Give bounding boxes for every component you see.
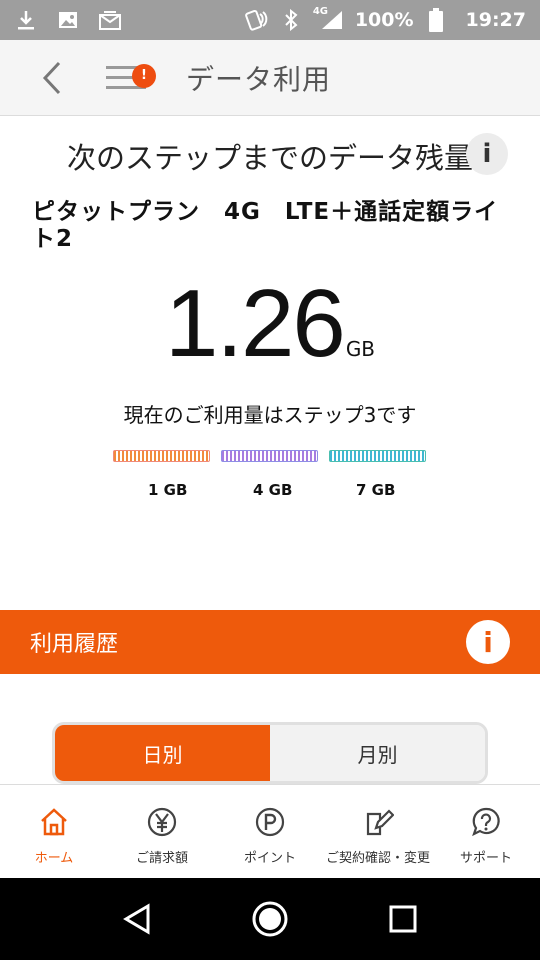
system-home-button[interactable]	[245, 894, 295, 944]
nav-label-points: ポイント	[243, 851, 296, 866]
nav-label-billing: ご請求額	[135, 851, 188, 866]
remaining-unit: GB	[345, 337, 376, 361]
signal-icon: 4G	[312, 6, 345, 32]
step-indicator	[113, 450, 433, 462]
bottom-navigation: ホーム ご請求額 ポイント ご契約確認・変更 サポート	[0, 784, 540, 878]
system-back-button[interactable]	[112, 894, 162, 944]
cast-mail-icon	[98, 8, 122, 32]
page-title: データ利用	[186, 62, 332, 96]
nav-billing[interactable]: ご請求額	[108, 785, 216, 878]
step-label-2: 4 GB	[253, 481, 293, 499]
remaining-data: 1.26 GB	[0, 269, 540, 379]
point-icon	[253, 805, 287, 839]
step-label-3: 7 GB	[356, 481, 396, 499]
step-label-1: 1 GB	[148, 481, 188, 499]
battery-icon	[424, 8, 448, 32]
info-icon[interactable]: i	[466, 133, 508, 175]
plan-name: ピタットプラン 4G LTE＋通話定額ライト2	[32, 199, 499, 252]
battery-text: 100%	[354, 9, 414, 31]
tab-monthly[interactable]: 月別	[270, 725, 485, 781]
triangle-back-icon	[122, 903, 150, 935]
nav-label-contract: ご契約確認・変更	[325, 851, 430, 866]
step-bar-2	[221, 450, 318, 462]
step-bar-3	[329, 450, 426, 462]
step-bar-1	[113, 450, 210, 462]
notification-badge: !	[132, 63, 156, 88]
status-bar: 4G 100% 19:27	[0, 0, 540, 40]
image-icon	[56, 8, 80, 32]
nav-home[interactable]: ホーム	[0, 785, 108, 878]
nfc-icon	[244, 8, 269, 32]
history-title: 利用履歴	[30, 632, 119, 657]
system-recents-button[interactable]	[378, 894, 428, 944]
square-recents-icon	[389, 905, 417, 933]
chevron-left-icon	[42, 61, 61, 94]
remaining-value: 1.26	[164, 270, 346, 377]
data-remaining-card: 次のステップまでのデータ残量 i ピタットプラン 4G LTE＋通話定額ライト2…	[0, 117, 540, 610]
bluetooth-icon	[279, 8, 303, 32]
support-icon	[469, 805, 503, 839]
history-header: 利用履歴 i	[0, 610, 540, 674]
nav-label-support: サポート	[459, 851, 512, 866]
history-info-icon[interactable]: i	[466, 620, 510, 664]
home-icon	[37, 805, 71, 839]
system-navigation-bar	[0, 878, 540, 960]
back-button[interactable]	[28, 54, 76, 102]
screen: 4G 100% 19:27 ! データ利用 次のステップまでのデータ残量 i ピ…	[0, 0, 540, 960]
current-step-text: 現在のご利用量はステップ3です	[123, 403, 417, 427]
download-icon	[14, 8, 38, 32]
clock: 19:27	[465, 9, 526, 31]
nav-contract[interactable]: ご契約確認・変更	[324, 785, 432, 878]
network-type: 4G	[312, 6, 328, 17]
contract-edit-icon	[361, 805, 395, 839]
card-title: 次のステップまでのデータ残量	[66, 141, 473, 175]
nav-points[interactable]: ポイント	[216, 785, 324, 878]
circle-home-icon	[252, 901, 288, 937]
period-toggle: 日別 月別	[52, 722, 488, 784]
menu-button[interactable]: !	[98, 54, 158, 102]
history-area: 日別 月別	[0, 674, 540, 784]
nav-label-home: ホーム	[34, 851, 74, 866]
tab-daily[interactable]: 日別	[55, 725, 270, 781]
yen-icon	[145, 805, 179, 839]
nav-support[interactable]: サポート	[432, 785, 540, 878]
app-bar: ! データ利用	[0, 40, 540, 116]
